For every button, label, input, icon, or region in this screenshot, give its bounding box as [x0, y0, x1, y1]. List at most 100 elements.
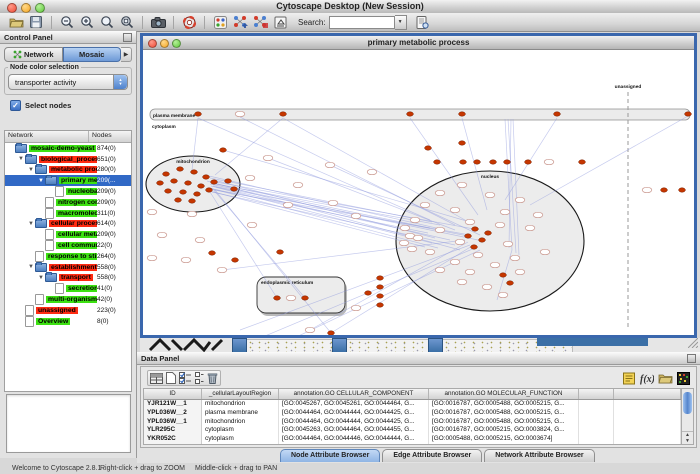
save-session-icon[interactable]	[26, 14, 46, 30]
annotation-note-icon[interactable]	[623, 372, 635, 385]
network-canvas[interactable]: plasma membranecytoplasmmitochondrionnuc…	[143, 49, 694, 335]
tree-row[interactable]: ▼metabolic process280(0)	[5, 165, 131, 176]
tree-row[interactable]: response to stimul264(0)	[5, 251, 131, 262]
graph-node-white	[147, 209, 157, 214]
data-panel: Data Panel f(x)	[137, 352, 700, 463]
search-dropdown-arrow[interactable]: ▼	[395, 15, 407, 30]
graph-node-white	[283, 202, 293, 207]
table-scrollbar[interactable]: ▲▼	[681, 388, 694, 445]
column-header-molecular-function[interactable]: annotation.GO MOLECULAR_FUNCTION	[429, 389, 579, 399]
import-folder-icon[interactable]	[658, 372, 673, 384]
tree-row[interactable]: unassigned223(0)	[5, 305, 131, 316]
column-header-region[interactable]: _cellularLayoutRegion	[202, 389, 279, 399]
column-header-cellular-component[interactable]: annotation.GO CELLULAR_COMPONENT	[279, 389, 429, 399]
tree-row[interactable]: ▼transport558(0)	[5, 273, 131, 284]
scrollbar-arrows[interactable]: ▲▼	[682, 431, 693, 444]
tree-row[interactable]: ▼establishment of lo558(0)	[5, 262, 131, 273]
select-attributes-icon[interactable]	[150, 373, 163, 384]
graph-node-red	[177, 167, 184, 171]
create-network-view-icon[interactable]	[230, 14, 250, 30]
tree-row[interactable]: multi-organism pro42(0)	[5, 294, 131, 305]
tree-column-nodes[interactable]: Nodes	[89, 131, 131, 142]
tab-overflow-arrow[interactable]: ▶	[121, 47, 132, 62]
grow-handle-icon[interactable]	[688, 338, 698, 348]
tree-row[interactable]: nitrogen compo209(0)	[5, 197, 131, 208]
tab-node-attribute-browser[interactable]: Node Attribute Browser	[280, 449, 380, 462]
graph-node-red	[277, 250, 284, 254]
tree-row[interactable]: macromolecule311(0)	[5, 208, 131, 219]
graph-node-white	[500, 209, 510, 214]
table-row[interactable]: YPL036W__2plasma membrane[GO:0044464, GO…	[144, 409, 681, 418]
snapshot-camera-icon[interactable]	[148, 14, 168, 30]
float-panel-icon[interactable]	[123, 33, 132, 42]
tab-edge-attribute-browser[interactable]: Edge Attribute Browser	[382, 449, 482, 462]
graph-node-red	[180, 190, 187, 194]
tree-row[interactable]: Overview8(0)	[5, 316, 131, 327]
zoom-fit-icon[interactable]	[97, 14, 117, 30]
select-nodes-checkbox[interactable]: ✓	[10, 100, 21, 111]
expand-triangle-icon[interactable]: ▼	[37, 275, 45, 281]
tree-row[interactable]: mosaic-demo-yeast874(0)	[5, 143, 131, 154]
table-row[interactable]: YJR121W__1mitochondrion[GO:0045267, GO:0…	[144, 400, 681, 409]
node-color-dropdown[interactable]: transporter activity ▲▼	[8, 74, 128, 90]
table-row[interactable]: YLR295Ccytoplasm[GO:0045263, GO:0044464,…	[144, 426, 681, 435]
graph-node-white	[351, 305, 361, 310]
graph-node-white	[157, 232, 167, 237]
expand-triangle-icon[interactable]: ▼	[27, 167, 35, 173]
table-row[interactable]: YDR039C__1mitochondrion[GO:0044464, GO:0…	[144, 444, 681, 445]
delete-attribute-trash-icon[interactable]	[207, 372, 218, 384]
search-options-icon[interactable]	[413, 14, 433, 30]
graph-node-white	[410, 217, 420, 222]
background-window-icon[interactable]	[232, 338, 247, 352]
tree-row[interactable]: nucleobase-209(0)	[5, 186, 131, 197]
zoom-in-icon[interactable]	[77, 14, 97, 30]
network-view-titlebar[interactable]: primary metabolic process	[143, 36, 694, 50]
expand-triangle-icon[interactable]: ▼	[37, 178, 45, 184]
window-titlebar: Cytoscape Desktop (New Session)	[0, 0, 700, 14]
float-data-panel-icon[interactable]	[687, 354, 696, 363]
help-lifering-icon[interactable]	[179, 14, 199, 30]
graph-node-white	[263, 155, 273, 160]
open-network-icon[interactable]	[6, 14, 26, 30]
window-title: Cytoscape Desktop (New Session)	[0, 1, 700, 11]
table-row[interactable]: YKR052Ccytoplasm[GO:0044464, GO:0044446,…	[144, 435, 681, 444]
scrollbar-thumb[interactable]	[683, 392, 692, 414]
graph-node-red	[474, 160, 481, 164]
attribute-list-icon[interactable]	[195, 372, 204, 384]
table-cell: [GO:0016787, GO:0005488, GO:0005215, G..…	[429, 444, 579, 445]
graph-edge	[215, 118, 283, 175]
tree-row[interactable]: cell communicat22(0)	[5, 240, 131, 251]
graph-node-white	[510, 255, 520, 260]
search-input[interactable]	[329, 16, 395, 29]
attribute-checklist-icon[interactable]	[179, 372, 192, 384]
zoom-out-icon[interactable]	[57, 14, 77, 30]
background-window-icon[interactable]	[428, 338, 443, 352]
birdseye-view[interactable]	[6, 394, 131, 453]
tree-row[interactable]: ▼primary metabo209(...	[5, 175, 131, 186]
expand-triangle-icon[interactable]: ▼	[27, 221, 35, 227]
formula-icon[interactable]: f(x)	[639, 372, 654, 385]
tab-network-attribute-browser[interactable]: Network Attribute Browser	[484, 449, 594, 462]
tree-row-label: macromolecule	[56, 210, 97, 217]
graph-node-white	[515, 197, 525, 202]
matrix-icon[interactable]	[677, 372, 690, 385]
tree-row[interactable]: secretion41(0)	[5, 283, 131, 294]
tab-network[interactable]: Network	[4, 47, 63, 62]
tree-row[interactable]: ▼cellular process614(0)	[5, 219, 131, 230]
expand-triangle-icon[interactable]: ▼	[27, 264, 35, 270]
vizmapper-icon[interactable]	[210, 14, 230, 30]
table-row[interactable]: YPL036W__1mitochondrion[GO:0044464, GO:0…	[144, 418, 681, 427]
zoom-selected-icon[interactable]	[117, 14, 137, 30]
control-panel-tabs: Network Mosaic ▶	[4, 47, 132, 61]
new-attribute-icon[interactable]	[166, 372, 176, 384]
tree-row[interactable]: ▼biological_process651(0)	[5, 154, 131, 165]
destroy-network-view-icon[interactable]	[250, 14, 270, 30]
search-label: Search:	[298, 18, 326, 27]
tree-column-network[interactable]: Network	[5, 131, 89, 142]
tree-row[interactable]: cellular metabo209(0)	[5, 229, 131, 240]
tab-mosaic[interactable]: Mosaic	[63, 47, 122, 62]
background-window-icon[interactable]	[332, 338, 347, 352]
annotation-icon[interactable]	[270, 14, 290, 30]
column-header-id[interactable]: ID	[144, 389, 202, 399]
expand-triangle-icon[interactable]: ▼	[17, 156, 25, 162]
